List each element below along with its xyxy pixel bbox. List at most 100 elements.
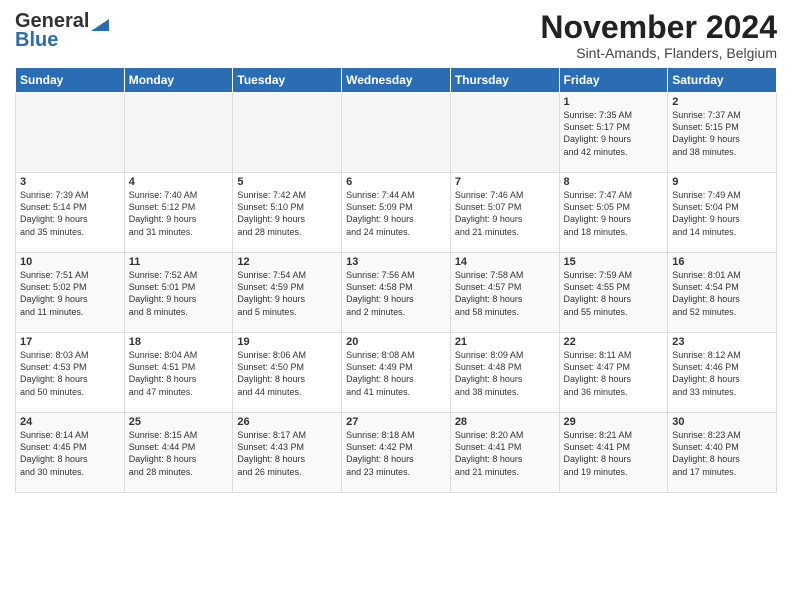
day-cell: 5Sunrise: 7:42 AM Sunset: 5:10 PM Daylig… <box>233 173 342 253</box>
day-detail: Sunrise: 7:47 AM Sunset: 5:05 PM Dayligh… <box>564 189 664 238</box>
day-detail: Sunrise: 7:42 AM Sunset: 5:10 PM Dayligh… <box>237 189 337 238</box>
day-cell: 28Sunrise: 8:20 AM Sunset: 4:41 PM Dayli… <box>450 413 559 493</box>
day-cell: 4Sunrise: 7:40 AM Sunset: 5:12 PM Daylig… <box>124 173 233 253</box>
day-number: 18 <box>129 336 229 348</box>
day-number: 1 <box>564 96 664 108</box>
day-cell <box>450 93 559 173</box>
day-detail: Sunrise: 7:37 AM Sunset: 5:15 PM Dayligh… <box>672 109 772 158</box>
page: General Blue November 2024 Sint-Amands, … <box>0 0 792 612</box>
col-saturday: Saturday <box>668 68 777 93</box>
day-cell: 6Sunrise: 7:44 AM Sunset: 5:09 PM Daylig… <box>342 173 451 253</box>
day-cell: 30Sunrise: 8:23 AM Sunset: 4:40 PM Dayli… <box>668 413 777 493</box>
day-detail: Sunrise: 8:12 AM Sunset: 4:46 PM Dayligh… <box>672 349 772 398</box>
logo: General Blue <box>15 10 109 52</box>
col-friday: Friday <box>559 68 668 93</box>
col-monday: Monday <box>124 68 233 93</box>
day-cell: 22Sunrise: 8:11 AM Sunset: 4:47 PM Dayli… <box>559 333 668 413</box>
day-detail: Sunrise: 7:39 AM Sunset: 5:14 PM Dayligh… <box>20 189 120 238</box>
week-row-4: 24Sunrise: 8:14 AM Sunset: 4:45 PM Dayli… <box>16 413 777 493</box>
day-detail: Sunrise: 8:20 AM Sunset: 4:41 PM Dayligh… <box>455 429 555 478</box>
day-number: 3 <box>20 176 120 188</box>
day-cell: 29Sunrise: 8:21 AM Sunset: 4:41 PM Dayli… <box>559 413 668 493</box>
day-cell: 8Sunrise: 7:47 AM Sunset: 5:05 PM Daylig… <box>559 173 668 253</box>
day-number: 6 <box>346 176 446 188</box>
day-number: 16 <box>672 256 772 268</box>
day-detail: Sunrise: 7:51 AM Sunset: 5:02 PM Dayligh… <box>20 269 120 318</box>
day-detail: Sunrise: 8:04 AM Sunset: 4:51 PM Dayligh… <box>129 349 229 398</box>
day-cell: 23Sunrise: 8:12 AM Sunset: 4:46 PM Dayli… <box>668 333 777 413</box>
day-cell: 9Sunrise: 7:49 AM Sunset: 5:04 PM Daylig… <box>668 173 777 253</box>
day-cell: 10Sunrise: 7:51 AM Sunset: 5:02 PM Dayli… <box>16 253 125 333</box>
day-number: 20 <box>346 336 446 348</box>
day-detail: Sunrise: 8:18 AM Sunset: 4:42 PM Dayligh… <box>346 429 446 478</box>
day-cell: 21Sunrise: 8:09 AM Sunset: 4:48 PM Dayli… <box>450 333 559 413</box>
day-number: 19 <box>237 336 337 348</box>
day-cell: 3Sunrise: 7:39 AM Sunset: 5:14 PM Daylig… <box>16 173 125 253</box>
day-number: 23 <box>672 336 772 348</box>
day-detail: Sunrise: 8:09 AM Sunset: 4:48 PM Dayligh… <box>455 349 555 398</box>
day-number: 13 <box>346 256 446 268</box>
day-cell: 17Sunrise: 8:03 AM Sunset: 4:53 PM Dayli… <box>16 333 125 413</box>
day-cell: 11Sunrise: 7:52 AM Sunset: 5:01 PM Dayli… <box>124 253 233 333</box>
logo-blue: Blue <box>15 29 58 52</box>
day-number: 30 <box>672 416 772 428</box>
col-sunday: Sunday <box>16 68 125 93</box>
day-detail: Sunrise: 7:58 AM Sunset: 4:57 PM Dayligh… <box>455 269 555 318</box>
title-block: November 2024 Sint-Amands, Flanders, Bel… <box>540 10 777 61</box>
day-number: 26 <box>237 416 337 428</box>
day-cell: 18Sunrise: 8:04 AM Sunset: 4:51 PM Dayli… <box>124 333 233 413</box>
day-detail: Sunrise: 8:15 AM Sunset: 4:44 PM Dayligh… <box>129 429 229 478</box>
day-number: 24 <box>20 416 120 428</box>
day-detail: Sunrise: 8:17 AM Sunset: 4:43 PM Dayligh… <box>237 429 337 478</box>
week-row-1: 3Sunrise: 7:39 AM Sunset: 5:14 PM Daylig… <box>16 173 777 253</box>
day-number: 7 <box>455 176 555 188</box>
day-detail: Sunrise: 7:59 AM Sunset: 4:55 PM Dayligh… <box>564 269 664 318</box>
day-detail: Sunrise: 7:49 AM Sunset: 5:04 PM Dayligh… <box>672 189 772 238</box>
day-number: 4 <box>129 176 229 188</box>
day-cell: 12Sunrise: 7:54 AM Sunset: 4:59 PM Dayli… <box>233 253 342 333</box>
day-cell: 7Sunrise: 7:46 AM Sunset: 5:07 PM Daylig… <box>450 173 559 253</box>
col-thursday: Thursday <box>450 68 559 93</box>
day-number: 10 <box>20 256 120 268</box>
day-cell: 2Sunrise: 7:37 AM Sunset: 5:15 PM Daylig… <box>668 93 777 173</box>
day-cell: 15Sunrise: 7:59 AM Sunset: 4:55 PM Dayli… <box>559 253 668 333</box>
header: General Blue November 2024 Sint-Amands, … <box>15 10 777 61</box>
day-number: 29 <box>564 416 664 428</box>
col-wednesday: Wednesday <box>342 68 451 93</box>
day-detail: Sunrise: 7:35 AM Sunset: 5:17 PM Dayligh… <box>564 109 664 158</box>
day-cell: 13Sunrise: 7:56 AM Sunset: 4:58 PM Dayli… <box>342 253 451 333</box>
day-cell: 1Sunrise: 7:35 AM Sunset: 5:17 PM Daylig… <box>559 93 668 173</box>
day-cell <box>342 93 451 173</box>
week-row-0: 1Sunrise: 7:35 AM Sunset: 5:17 PM Daylig… <box>16 93 777 173</box>
day-number: 27 <box>346 416 446 428</box>
day-number: 25 <box>129 416 229 428</box>
day-detail: Sunrise: 8:03 AM Sunset: 4:53 PM Dayligh… <box>20 349 120 398</box>
day-cell <box>124 93 233 173</box>
day-detail: Sunrise: 7:56 AM Sunset: 4:58 PM Dayligh… <box>346 269 446 318</box>
day-number: 28 <box>455 416 555 428</box>
day-cell: 16Sunrise: 8:01 AM Sunset: 4:54 PM Dayli… <box>668 253 777 333</box>
col-tuesday: Tuesday <box>233 68 342 93</box>
day-number: 17 <box>20 336 120 348</box>
day-cell <box>16 93 125 173</box>
day-detail: Sunrise: 7:52 AM Sunset: 5:01 PM Dayligh… <box>129 269 229 318</box>
day-detail: Sunrise: 7:46 AM Sunset: 5:07 PM Dayligh… <box>455 189 555 238</box>
day-detail: Sunrise: 8:06 AM Sunset: 4:50 PM Dayligh… <box>237 349 337 398</box>
day-number: 8 <box>564 176 664 188</box>
day-number: 15 <box>564 256 664 268</box>
day-cell: 19Sunrise: 8:06 AM Sunset: 4:50 PM Dayli… <box>233 333 342 413</box>
day-cell: 27Sunrise: 8:18 AM Sunset: 4:42 PM Dayli… <box>342 413 451 493</box>
day-detail: Sunrise: 7:44 AM Sunset: 5:09 PM Dayligh… <box>346 189 446 238</box>
day-cell: 24Sunrise: 8:14 AM Sunset: 4:45 PM Dayli… <box>16 413 125 493</box>
day-number: 11 <box>129 256 229 268</box>
day-number: 9 <box>672 176 772 188</box>
day-detail: Sunrise: 8:11 AM Sunset: 4:47 PM Dayligh… <box>564 349 664 398</box>
main-title: November 2024 <box>540 10 777 45</box>
day-cell: 26Sunrise: 8:17 AM Sunset: 4:43 PM Dayli… <box>233 413 342 493</box>
day-cell: 20Sunrise: 8:08 AM Sunset: 4:49 PM Dayli… <box>342 333 451 413</box>
day-number: 22 <box>564 336 664 348</box>
day-detail: Sunrise: 8:23 AM Sunset: 4:40 PM Dayligh… <box>672 429 772 478</box>
day-detail: Sunrise: 7:40 AM Sunset: 5:12 PM Dayligh… <box>129 189 229 238</box>
day-number: 14 <box>455 256 555 268</box>
day-detail: Sunrise: 8:01 AM Sunset: 4:54 PM Dayligh… <box>672 269 772 318</box>
